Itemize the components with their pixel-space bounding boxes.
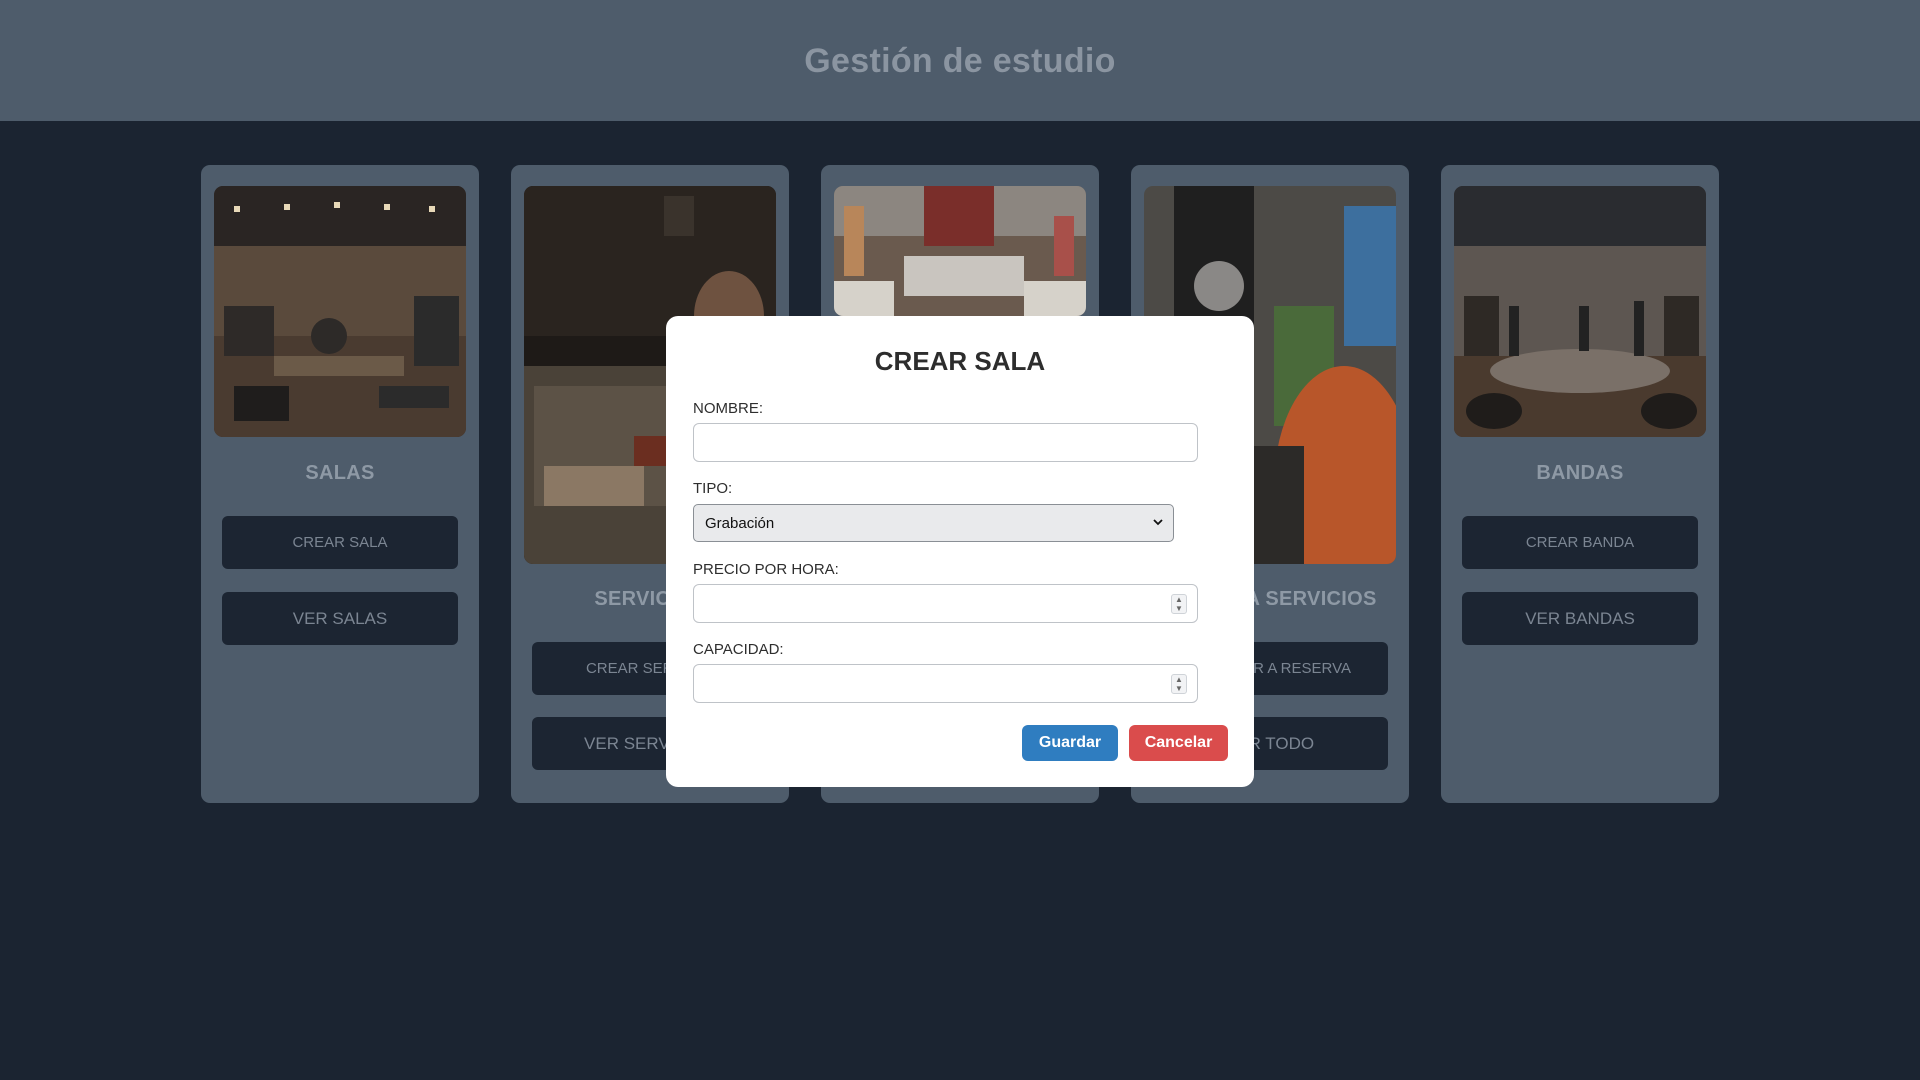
- capacidad-label: CAPACIDAD:: [693, 641, 784, 658]
- stepper-down-icon[interactable]: ▼: [1175, 604, 1183, 613]
- ver-bandas-button[interactable]: VER BANDAS: [1462, 592, 1698, 645]
- bandas-image: [1454, 186, 1706, 437]
- tipo-label: TIPO:: [693, 480, 733, 497]
- card-bandas: BANDAS CREAR BANDA VER BANDAS: [1441, 165, 1719, 803]
- precio-field-wrapper: ▲ ▼: [693, 584, 1198, 623]
- card-salas: SALAS CREAR SALA VER SALAS: [201, 165, 479, 803]
- middle-card-image: [834, 186, 1086, 316]
- precio-input[interactable]: [694, 585, 1197, 622]
- card-title: SALAS: [305, 462, 375, 484]
- precio-stepper[interactable]: ▲ ▼: [1171, 594, 1187, 614]
- capacidad-input[interactable]: [694, 665, 1197, 702]
- nombre-label: NOMBRE:: [693, 400, 764, 417]
- nombre-input[interactable]: [694, 424, 1197, 461]
- page-title: Gestión de estudio: [804, 42, 1116, 80]
- stepper-up-icon[interactable]: ▲: [1175, 595, 1183, 604]
- tipo-selected-value: Grabación: [705, 514, 775, 532]
- capacidad-field-wrapper: ▲ ▼: [693, 664, 1198, 703]
- chevron-down-icon: [1153, 519, 1163, 526]
- nombre-field-wrapper: [693, 423, 1198, 462]
- stepper-down-icon[interactable]: ▼: [1175, 684, 1183, 693]
- capacidad-stepper[interactable]: ▲ ▼: [1171, 674, 1187, 694]
- cancelar-button[interactable]: Cancelar: [1129, 725, 1228, 761]
- crear-banda-button[interactable]: CREAR BANDA: [1462, 516, 1698, 569]
- modal-title: CREAR SALA: [874, 346, 1046, 376]
- guardar-button[interactable]: Guardar: [1022, 725, 1118, 761]
- ver-salas-button[interactable]: VER SALAS: [222, 592, 458, 645]
- card-title: BANDAS: [1536, 462, 1624, 484]
- salas-image: [214, 186, 466, 437]
- crear-sala-modal: CREAR SALA NOMBRE: TIPO: Grabación PRECI…: [666, 316, 1254, 787]
- crear-sala-button[interactable]: CREAR SALA: [222, 516, 458, 569]
- stepper-up-icon[interactable]: ▲: [1175, 675, 1183, 684]
- precio-label: PRECIO POR HORA:: [693, 561, 839, 578]
- page-header: Gestión de estudio: [0, 0, 1920, 121]
- tipo-select[interactable]: Grabación: [693, 504, 1174, 542]
